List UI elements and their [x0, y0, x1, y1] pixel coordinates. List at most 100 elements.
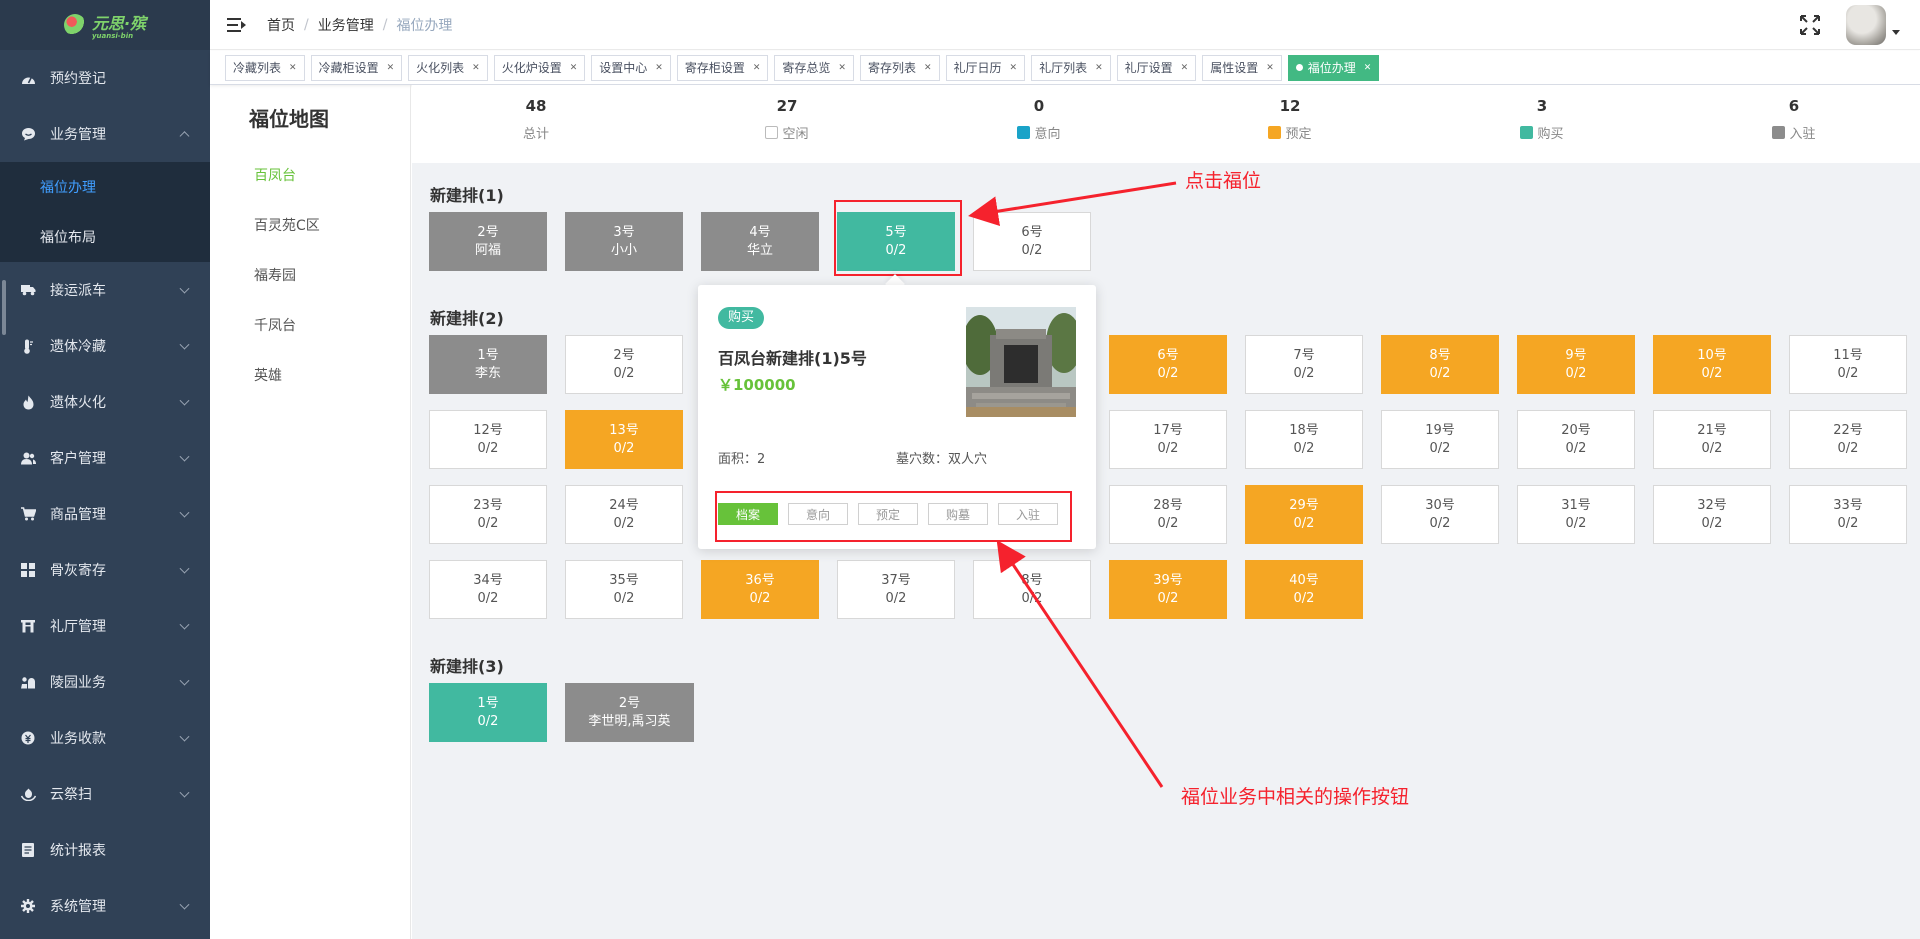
plot-cell[interactable]: 10号 0/2: [1653, 335, 1771, 394]
close-icon[interactable]: ✕: [1095, 63, 1103, 73]
plot-cell[interactable]: 7号 0/2: [1245, 335, 1363, 394]
area-item-yingxiong[interactable]: 英雄: [254, 365, 282, 385]
sidebar-item-ash-storage[interactable]: 骨灰寄存: [0, 542, 210, 598]
tag-plot-handling[interactable]: 福位办理 ✕: [1287, 54, 1380, 81]
tag-hall-list[interactable]: 礼厅列表 ✕: [1031, 54, 1111, 81]
plot-cell[interactable]: 3号 小小: [565, 212, 683, 271]
plot-cell[interactable]: 35号 0/2: [565, 560, 683, 619]
close-icon[interactable]: ✕: [289, 63, 297, 73]
close-icon[interactable]: ✕: [655, 63, 663, 73]
sidebar-item-business[interactable]: 业务管理: [0, 106, 210, 162]
tag-settings-center[interactable]: 设置中心 ✕: [591, 54, 671, 81]
plot-cell[interactable]: 11号 0/2: [1789, 335, 1907, 394]
plot-cell[interactable]: 34号 0/2: [429, 560, 547, 619]
tag-cold-list[interactable]: 冷藏列表 ✕: [225, 54, 305, 81]
plot-cell[interactable]: 8号 0/2: [973, 560, 1091, 619]
row-title-1: 新建排(1): [430, 186, 504, 205]
plot-cell[interactable]: 28号 0/2: [1109, 485, 1227, 544]
selected-cell-highlight: [834, 200, 962, 276]
fullscreen-icon[interactable]: [1800, 15, 1820, 35]
free-swatch-icon: [765, 126, 779, 139]
plot-cell[interactable]: 2号 李世明,禹习英: [565, 683, 694, 742]
tag-cremation-list[interactable]: 火化列表 ✕: [408, 54, 488, 81]
plot-cell[interactable]: 8号 0/2: [1381, 335, 1499, 394]
close-icon[interactable]: ✕: [1010, 63, 1018, 73]
close-icon[interactable]: ✕: [1364, 63, 1372, 73]
plot-cell[interactable]: 6号 0/2: [973, 212, 1091, 271]
tag-hall-calendar[interactable]: 礼厅日历 ✕: [945, 54, 1026, 81]
sidebar-item-cold-storage[interactable]: 遗体冷藏: [0, 318, 210, 374]
close-icon[interactable]: ✕: [387, 63, 395, 73]
area-item-baifengtai[interactable]: 百凤台: [254, 165, 296, 185]
close-icon[interactable]: ✕: [472, 63, 480, 73]
plot-cell[interactable]: 36号 0/2: [701, 560, 819, 619]
plot-cell[interactable]: 6号 0/2: [1109, 335, 1227, 394]
plot-cell[interactable]: 1号 0/2: [429, 683, 547, 742]
chevron-down-icon: [179, 899, 190, 910]
close-icon[interactable]: ✕: [753, 63, 761, 73]
plot-cell[interactable]: 1号 李东: [429, 335, 547, 394]
avatar[interactable]: [1846, 5, 1886, 45]
sidebar-item-hall[interactable]: 礼厅管理: [0, 598, 210, 654]
occupied-swatch-icon: [1772, 126, 1786, 139]
breadcrumb-business[interactable]: 业务管理: [318, 15, 374, 35]
plot-cell[interactable]: 17号 0/2: [1109, 410, 1227, 469]
plot-cell[interactable]: 31号 0/2: [1517, 485, 1635, 544]
sidebar-item-cloud-memorial[interactable]: 云祭扫: [0, 766, 210, 822]
plot-cell[interactable]: 33号 0/2: [1789, 485, 1907, 544]
tag-storage-cabinet-settings[interactable]: 寄存柜设置 ✕: [676, 54, 769, 81]
plot-cell[interactable]: 21号 0/2: [1653, 410, 1771, 469]
sidebar-scrollbar[interactable]: [2, 280, 6, 335]
plot-cell[interactable]: 24号 0/2: [565, 485, 683, 544]
plot-cell[interactable]: 29号 0/2: [1245, 485, 1363, 544]
sidebar-subitem-plot-layout[interactable]: 福位布局: [0, 212, 210, 262]
row-title-2: 新建排(2): [430, 309, 504, 328]
plot-cell[interactable]: 22号 0/2: [1789, 410, 1907, 469]
area-item-qianfengtai[interactable]: 千凤台: [254, 315, 296, 335]
sidebar-item-payment[interactable]: 业务收款: [0, 710, 210, 766]
sidebar-item-cremation[interactable]: 遗体火化: [0, 374, 210, 430]
plot-cell[interactable]: 20号 0/2: [1517, 410, 1635, 469]
tag-storage-overview[interactable]: 寄存总览 ✕: [774, 54, 854, 81]
tag-furnace-settings[interactable]: 火化炉设置 ✕: [493, 54, 586, 81]
plot-cell[interactable]: 2号 0/2: [565, 335, 683, 394]
sidebar-item-label: 骨灰寄存: [50, 563, 106, 579]
close-icon[interactable]: ✕: [570, 63, 578, 73]
sidebar-item-system[interactable]: 系统管理: [0, 878, 210, 934]
plot-cell[interactable]: 40号 0/2: [1245, 560, 1363, 619]
sidebar-item-transport[interactable]: 接运派车: [0, 262, 210, 318]
plot-cell[interactable]: 18号 0/2: [1245, 410, 1363, 469]
plot-cell[interactable]: 2号 阿福: [429, 212, 547, 271]
plot-cell[interactable]: 32号 0/2: [1653, 485, 1771, 544]
tag-hall-settings[interactable]: 礼厅设置 ✕: [1116, 54, 1197, 81]
plot-cell[interactable]: 19号 0/2: [1381, 410, 1499, 469]
chevron-up-icon: [179, 131, 190, 142]
plot-cell[interactable]: 30号 0/2: [1381, 485, 1499, 544]
close-icon[interactable]: ✕: [924, 63, 932, 73]
sidebar-item-products[interactable]: 商品管理: [0, 486, 210, 542]
plot-cell[interactable]: 23号 0/2: [429, 485, 547, 544]
plot-cell[interactable]: 4号 华立: [701, 212, 819, 271]
sidebar-item-reports[interactable]: 统计报表: [0, 822, 210, 878]
plot-cell[interactable]: 13号 0/2: [565, 410, 683, 469]
tag-attribute-settings[interactable]: 属性设置 ✕: [1202, 54, 1282, 81]
plot-cell[interactable]: 39号 0/2: [1109, 560, 1227, 619]
plot-cell[interactable]: 12号 0/2: [429, 410, 547, 469]
close-icon[interactable]: ✕: [838, 63, 846, 73]
sidebar-subitem-plot-handling[interactable]: 福位办理: [0, 162, 210, 212]
sidebar-item-appointment[interactable]: 预约登记: [0, 50, 210, 106]
hamburger-icon[interactable]: [227, 17, 246, 32]
plot-cell[interactable]: 9号 0/2: [1517, 335, 1635, 394]
tag-storage-list[interactable]: 寄存列表 ✕: [859, 54, 940, 81]
sidebar-item-cemetery[interactable]: 陵园业务: [0, 654, 210, 710]
close-icon[interactable]: ✕: [1266, 63, 1274, 73]
plot-cell[interactable]: 37号 0/2: [837, 560, 955, 619]
breadcrumb-home[interactable]: 首页: [267, 15, 295, 35]
area-item-bailingyuan-c[interactable]: 百灵苑C区: [254, 215, 320, 235]
close-icon[interactable]: ✕: [1181, 63, 1189, 73]
sidebar-item-customers[interactable]: 客户管理: [0, 430, 210, 486]
tag-cold-cabinet-settings[interactable]: 冷藏柜设置 ✕: [310, 54, 403, 81]
breadcrumb: 首页 / 业务管理 / 福位办理: [267, 15, 452, 35]
area-item-fushouyuan[interactable]: 福寿园: [254, 265, 296, 285]
user-menu[interactable]: [1846, 5, 1900, 45]
